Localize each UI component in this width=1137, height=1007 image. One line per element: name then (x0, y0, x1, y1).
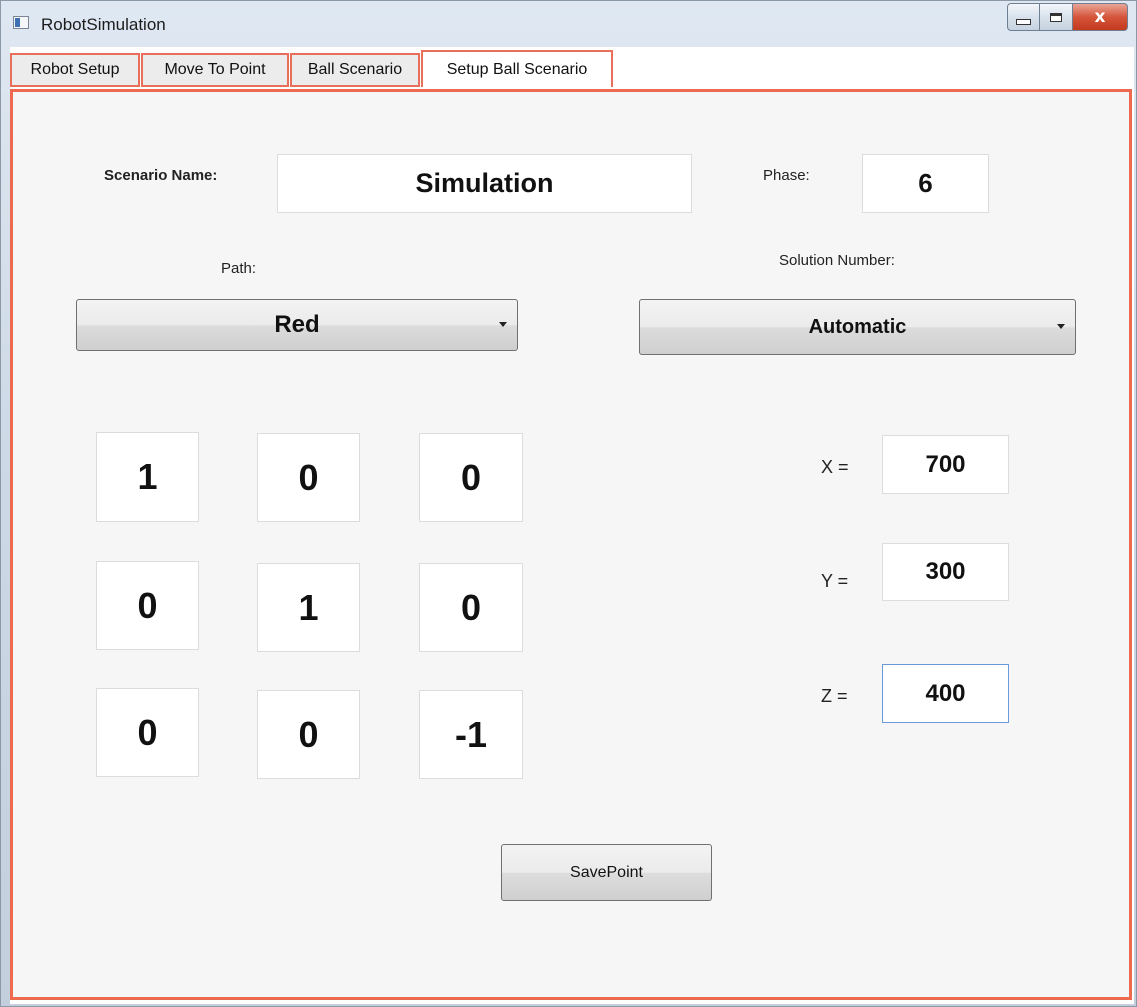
y-field[interactable]: 300 (882, 543, 1009, 601)
app-icon (13, 16, 29, 29)
x-field[interactable]: 700 (882, 435, 1009, 494)
path-select-value: Red (274, 311, 320, 338)
chevron-down-icon (499, 322, 507, 327)
tab-strip: Robot Setup Move To Point Ball Scenario … (10, 50, 614, 89)
solution-number-label: Solution Number: (779, 252, 895, 269)
phase-label: Phase: (763, 167, 810, 184)
matrix-cell-2-1[interactable]: 0 (257, 690, 360, 779)
scenario-name-label: Scenario Name: (104, 167, 218, 184)
minimize-button[interactable] (1007, 3, 1040, 31)
app-window: RobotSimulation x Robot Setup Move To Po… (0, 0, 1137, 1007)
matrix-cell-0-1[interactable]: 0 (257, 433, 360, 522)
window-controls: x (1007, 3, 1128, 31)
matrix-cell-0-0[interactable]: 1 (96, 432, 199, 522)
tab-setup-ball-scenario[interactable]: Setup Ball Scenario (421, 50, 613, 87)
tab-ball-scenario[interactable]: Ball Scenario (290, 53, 420, 87)
save-point-button[interactable]: SavePoint (501, 844, 712, 901)
phase-field[interactable]: 6 (862, 154, 989, 213)
tab-move-to-point[interactable]: Move To Point (141, 53, 289, 87)
scenario-name-field[interactable]: Simulation (277, 154, 692, 213)
maximize-button[interactable] (1040, 3, 1073, 31)
close-icon: x (1094, 7, 1106, 27)
matrix-cell-1-0[interactable]: 0 (96, 561, 199, 650)
matrix-cell-2-0[interactable]: 0 (96, 688, 199, 777)
z-label: Z = (821, 686, 848, 706)
matrix-cell-1-1[interactable]: 1 (257, 563, 360, 652)
matrix-cell-0-2[interactable]: 0 (419, 433, 523, 522)
title-bar[interactable]: RobotSimulation x (1, 1, 1136, 47)
client-area: Robot Setup Move To Point Ball Scenario … (10, 47, 1134, 1004)
chevron-down-icon (1057, 324, 1065, 329)
path-select[interactable]: Red (76, 299, 518, 351)
window-title: RobotSimulation (41, 15, 166, 34)
maximize-icon (1050, 12, 1062, 22)
matrix-cell-1-2[interactable]: 0 (419, 563, 523, 652)
tab-robot-setup[interactable]: Robot Setup (10, 53, 140, 87)
close-button[interactable]: x (1073, 3, 1128, 31)
solution-number-value: Automatic (808, 315, 907, 338)
y-label: Y = (821, 571, 849, 591)
solution-number-select[interactable]: Automatic (639, 299, 1076, 355)
minimize-icon (1016, 19, 1031, 25)
setup-ball-scenario-panel: Scenario Name: Simulation Phase: 6 Path:… (10, 89, 1132, 1000)
z-field[interactable]: 400 (882, 664, 1009, 723)
matrix-cell-2-2[interactable]: -1 (419, 690, 523, 779)
path-label: Path: (221, 260, 257, 277)
x-label: X = (821, 457, 849, 477)
